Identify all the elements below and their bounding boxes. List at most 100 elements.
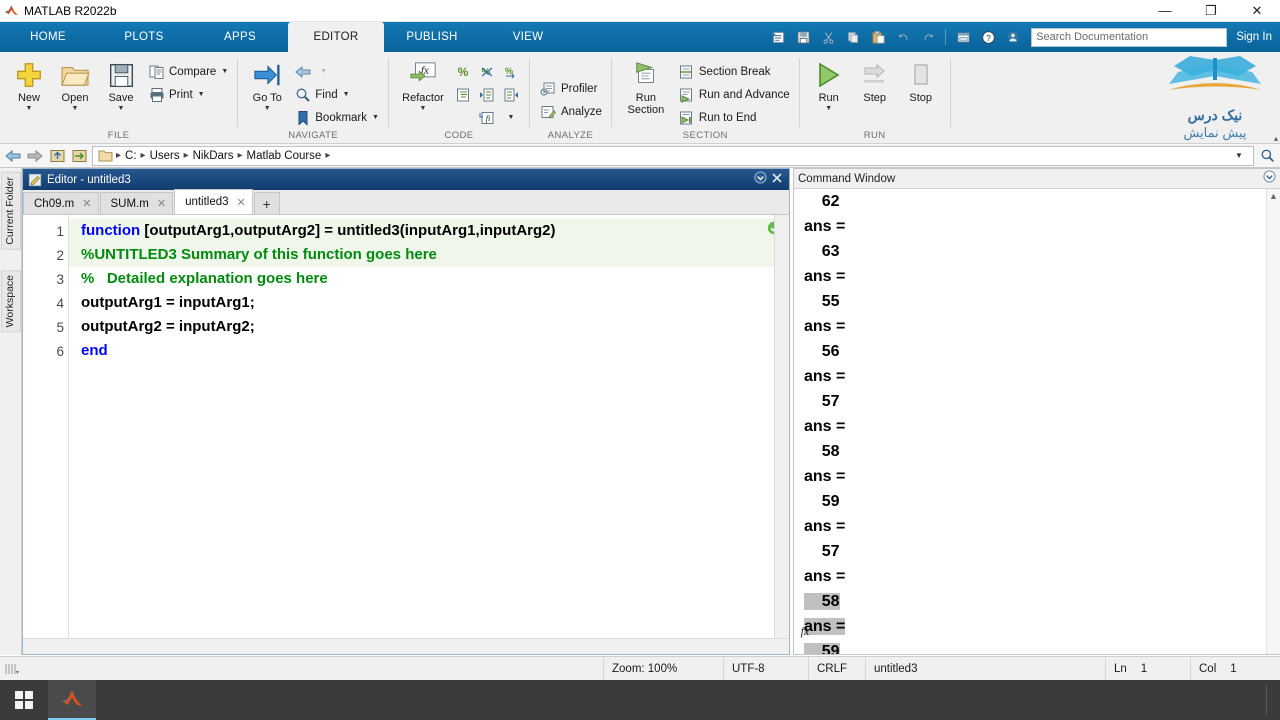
tab-publish[interactable]: PUBLISH — [384, 22, 480, 52]
command-window-output[interactable]: 62 ans = 63 ans = 55 ans = 56 ans = 57 a… — [794, 189, 1280, 654]
title-bar: MATLAB R2022b — ❐ ✕ — [0, 0, 1280, 22]
section-break-button[interactable]: Section Break — [674, 60, 793, 83]
dock-chevron-icon[interactable] — [754, 170, 767, 189]
increase-indent-icon[interactable] — [475, 83, 499, 106]
fx-icon[interactable]: fx — [796, 623, 814, 642]
code-token-keyword: function — [81, 222, 141, 239]
bookmark-button[interactable]: Bookmark ▼ — [290, 106, 382, 129]
tab-plots[interactable]: PLOTS — [96, 22, 192, 52]
insert-function-icon[interactable]: fi — [475, 106, 499, 129]
open-button[interactable]: Open ▼ — [52, 56, 98, 113]
chevron-down-icon[interactable]: ▼ — [264, 105, 271, 113]
save-button[interactable]: Save ▼ — [98, 56, 144, 113]
command-output-line: ans = — [804, 514, 1280, 539]
maximize-button[interactable]: ❐ — [1188, 0, 1234, 22]
analyze-button[interactable]: Analyze — [536, 100, 605, 123]
editor-tab-untitled3[interactable]: untitled3 ✕ — [174, 189, 253, 214]
paste-icon[interactable] — [867, 27, 889, 47]
code-token-comment: % Detailed explanation goes here — [81, 270, 328, 287]
close-icon[interactable]: ✕ — [82, 197, 91, 210]
show-desktop-icon[interactable] — [1266, 685, 1272, 715]
sidebar-item-current-folder[interactable]: Current Folder — [1, 172, 21, 250]
new-tab-button[interactable]: + — [253, 192, 280, 214]
find-button[interactable]: Find ▼ — [290, 83, 382, 106]
sign-in-link[interactable]: Sign In — [1236, 31, 1272, 43]
close-icon[interactable]: ✕ — [237, 196, 246, 209]
up-folder-icon[interactable] — [46, 145, 68, 167]
path-segment-users[interactable]: Users — [148, 150, 182, 162]
path-segment-drive[interactable]: C: — [123, 150, 139, 162]
tab-home[interactable]: HOME — [0, 22, 96, 52]
path-segment-matlab-course[interactable]: Matlab Course — [245, 150, 324, 162]
editor-tab-ch09[interactable]: Ch09.m ✕ — [23, 192, 99, 214]
code-text[interactable]: function [outputArg1,outputArg2] = untit… — [69, 215, 789, 653]
compare-button[interactable]: Compare ▼ — [144, 60, 231, 83]
resize-grip-icon[interactable] — [0, 657, 24, 681]
decrease-indent-icon[interactable] — [499, 83, 523, 106]
run-section-button[interactable]: Run Section — [618, 56, 674, 116]
editor-tab-sum[interactable]: SUM.m ✕ — [99, 192, 174, 214]
close-icon[interactable]: ✕ — [157, 197, 166, 210]
command-window-scrollbar[interactable]: ▲ — [1266, 189, 1280, 654]
scroll-up-arrow-icon[interactable]: ▲ — [1267, 189, 1280, 201]
chevron-down-icon[interactable]: ▼ — [1228, 145, 1250, 167]
tab-apps[interactable]: APPS — [192, 22, 288, 52]
run-to-end-button[interactable]: Run to End — [674, 106, 793, 129]
refactor-button[interactable]: fx Refactor ▼ — [395, 56, 451, 113]
forward-arrow-icon[interactable] — [24, 145, 46, 167]
chevron-down-icon[interactable]: ▼ — [221, 68, 228, 75]
copy-icon[interactable] — [842, 27, 864, 47]
chevron-down-icon[interactable]: ▼ — [72, 105, 79, 113]
minimize-button[interactable]: — — [1142, 0, 1188, 22]
brand-watermark: نیک درس پیش نمایش ▴ — [1150, 52, 1280, 144]
status-encoding[interactable]: UTF-8 — [723, 656, 808, 681]
back-arrow-icon[interactable] — [2, 145, 24, 167]
search-documentation-input[interactable]: Search Documentation — [1031, 27, 1228, 47]
smart-indent-icon[interactable] — [451, 83, 475, 106]
search-icon[interactable] — [1256, 145, 1278, 167]
chevron-down-icon[interactable]: ▼ — [420, 105, 427, 113]
windows-start-icon[interactable] — [0, 680, 48, 720]
print-button[interactable]: Print ▼ — [144, 83, 231, 106]
close-button[interactable]: ✕ — [1234, 0, 1280, 22]
editor-horizontal-scrollbar[interactable] — [23, 638, 789, 653]
status-zoom[interactable]: Zoom: 100% — [603, 656, 723, 681]
chevron-down-icon[interactable]: ▼ — [26, 105, 33, 113]
layout-icon[interactable] — [952, 27, 974, 47]
current-folder-path[interactable]: ▸ C: ▸ Users ▸ NikDars ▸ Matlab Course ▸… — [92, 145, 1254, 167]
cut-icon[interactable] — [817, 27, 839, 47]
chevron-down-icon[interactable]: ▼ — [343, 91, 350, 98]
code-line-5: outputArg2 = inputArg2; — [69, 315, 789, 339]
path-segment-nikdars[interactable]: NikDars — [191, 150, 236, 162]
close-icon[interactable] — [771, 171, 783, 189]
profiler-button[interactable]: Profiler — [536, 77, 605, 100]
sidebar-item-workspace[interactable]: Workspace — [1, 270, 21, 333]
new-button[interactable]: New ▼ — [6, 56, 52, 113]
run-button[interactable]: Run ▼ — [806, 56, 852, 113]
run-and-advance-button[interactable]: Run and Advance — [674, 83, 793, 106]
dock-chevron-icon[interactable] — [1263, 169, 1276, 188]
editor-vertical-scrollbar[interactable] — [774, 215, 789, 653]
browse-folder-icon[interactable] — [68, 145, 90, 167]
chevron-down-icon[interactable]: ▼ — [118, 105, 125, 113]
help-icon[interactable]: ? — [977, 27, 999, 47]
matlab-taskbar-icon[interactable] — [48, 680, 96, 720]
chevron-down-icon[interactable]: ▼ — [499, 106, 523, 129]
quick-access-toolbar: ? Search Documentation Sign In — [767, 22, 1280, 52]
uncomment-icon[interactable]: % — [475, 60, 499, 83]
new-script-icon[interactable] — [767, 27, 789, 47]
status-line-ending[interactable]: CRLF — [808, 656, 865, 681]
save-icon[interactable] — [792, 27, 814, 47]
chevron-down-icon[interactable]: ▼ — [372, 114, 379, 121]
go-to-button[interactable]: Go To ▼ — [244, 56, 290, 113]
chevron-down-icon[interactable]: ▼ — [825, 105, 832, 113]
chevron-down-icon[interactable]: ▼ — [198, 91, 205, 98]
tab-view[interactable]: VIEW — [480, 22, 576, 52]
wrap-comments-icon[interactable]: % — [499, 60, 523, 83]
collapse-ribbon-button[interactable]: ▴ — [1274, 134, 1278, 143]
editor-code-area[interactable]: 1 2 3 4 5 6 function [outputArg1,outputA… — [23, 215, 789, 653]
navigate-back-button[interactable]: ▼ — [290, 60, 382, 83]
tab-editor[interactable]: EDITOR — [288, 22, 384, 52]
comment-icon[interactable]: % — [451, 60, 475, 83]
community-icon[interactable] — [1002, 27, 1024, 47]
